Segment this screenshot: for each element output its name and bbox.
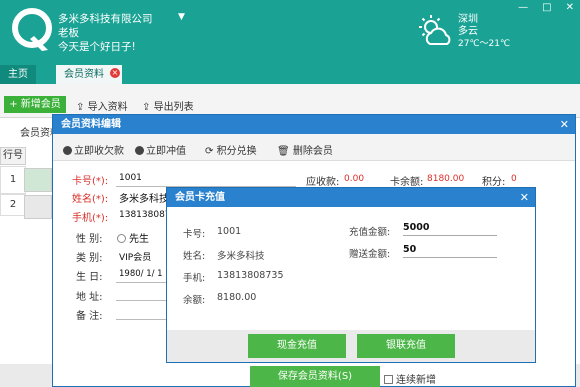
edit-dialog-title: 会员资料编辑	[61, 119, 121, 130]
collect-debt-label: 立即收欠款	[74, 146, 124, 157]
edit-dialog-close-icon[interactable]: ✕	[560, 115, 569, 134]
table-row-number[interactable]: 1	[0, 166, 26, 194]
table-row-number[interactable]: 2	[0, 194, 26, 216]
delete-member-button[interactable]: 🗑 删除会员	[277, 142, 333, 157]
cash-recharge-button[interactable]: 现金充值	[248, 334, 346, 358]
tab-home[interactable]: 主页	[0, 65, 36, 84]
phone-label: 手机(*):	[72, 213, 109, 224]
company-dropdown-icon[interactable]: ▼	[178, 12, 185, 22]
recharge-amount-label: 充值金额:	[349, 227, 391, 238]
type-label: 类 别:	[76, 253, 103, 264]
rc-name-value: 多米多科技	[217, 251, 265, 262]
greeting: 今天是个好日子!	[58, 41, 136, 53]
tab-close-icon[interactable]: ×	[110, 68, 120, 78]
birthday-label: 生 日:	[76, 272, 103, 283]
refresh-icon: ⟳	[205, 146, 214, 157]
export-label: 导出列表	[153, 102, 194, 113]
maximize-icon[interactable]: □	[542, 2, 551, 13]
continue-add-checkbox[interactable]: 连续新增	[384, 371, 436, 386]
name-field[interactable]: 多米多科技	[119, 190, 169, 205]
bonus-amount-label: 赠送金额:	[349, 249, 391, 260]
import-icon: ⇪	[76, 102, 85, 113]
app-logo-icon	[12, 8, 52, 51]
recharge-button[interactable]: 立即冲值	[135, 142, 186, 157]
receivable-label: 应收款:	[306, 177, 340, 188]
app-header: 多米多科技有限公司 老板 今天是个好日子! ▼ 深圳 多云 27℃～21℃ — …	[0, 0, 580, 63]
recharge-label: 立即冲值	[146, 146, 186, 157]
unionpay-recharge-button[interactable]: 银联充值	[357, 334, 455, 358]
continue-add-label: 连续新增	[396, 375, 436, 386]
cloudy-weather-icon	[419, 15, 451, 45]
gender-label: 性 别:	[76, 234, 103, 245]
radio-icon	[117, 234, 126, 243]
weather-condition: 多云	[458, 26, 478, 37]
toolbar: + 新增会员 ⇪ 导入资料 ⇪ 导出列表	[0, 84, 580, 118]
rc-card-value: 1001	[217, 226, 242, 237]
export-icon: ⇪	[142, 102, 151, 113]
import-button[interactable]: ⇪ 导入资料	[76, 98, 128, 113]
recharge-dialog: 会员卡充值 ✕ 卡号: 1001 姓名: 多米多科技 手机: 138138087…	[166, 187, 536, 363]
recharge-amount-input[interactable]: 5000	[403, 222, 497, 236]
card-number-label: 卡号(*):	[72, 176, 109, 187]
weather-city: 深圳	[458, 14, 478, 25]
recharge-dialog-footer	[167, 330, 535, 362]
rc-card-label: 卡号:	[183, 229, 206, 240]
card-number-field[interactable]: 1001	[119, 173, 142, 183]
user-role: 老板	[58, 27, 79, 39]
collect-debt-button[interactable]: 立即收欠款	[63, 142, 124, 157]
address-field[interactable]	[116, 300, 166, 301]
rc-name-label: 姓名:	[183, 251, 206, 262]
recharge-dialog-title: 会员卡充值	[175, 192, 225, 203]
points-label: 积分:	[482, 177, 506, 188]
recharge-dialog-close-icon[interactable]: ✕	[520, 188, 529, 207]
checkbox-icon	[384, 375, 393, 384]
gender-radio-mr[interactable]: 先生	[117, 230, 149, 245]
company-name: 多米多科技有限公司	[58, 13, 153, 25]
member-type-select[interactable]: VIP会员	[119, 250, 151, 263]
trash-icon: 🗑	[277, 146, 290, 157]
weather-info: 深圳 多云 27℃～21℃	[458, 14, 510, 50]
name-label: 姓名(*):	[72, 194, 109, 205]
delete-member-label: 删除会员	[292, 146, 333, 157]
address-label: 地 址:	[76, 292, 103, 303]
company-info: 多米多科技有限公司 老板 今天是个好日子!	[58, 12, 153, 54]
receivable-value: 0.00	[344, 174, 365, 184]
birthday-underline	[116, 282, 166, 283]
save-member-button[interactable]: 保存会员资料(S)	[250, 366, 380, 387]
edit-dialog-title-bar: 会员资料编辑 ✕	[53, 115, 575, 134]
avatar	[24, 168, 52, 192]
rc-phone-value: 13813808735	[217, 270, 284, 281]
gender-option: 先生	[129, 234, 149, 245]
points-value: 0	[511, 174, 517, 184]
tab-member-label: 会员资料	[64, 69, 104, 80]
avatar-placeholder-icon	[24, 195, 52, 219]
rc-phone-label: 手机:	[183, 273, 206, 284]
bonus-amount-input[interactable]: 50	[403, 244, 497, 258]
note-field[interactable]	[116, 319, 166, 320]
rc-balance-label: 余额:	[183, 295, 206, 306]
coin-icon	[135, 146, 144, 155]
weather-temp: 27℃～21℃	[458, 39, 511, 49]
card-balance-value: 8180.00	[427, 174, 465, 184]
row-number-header: 行号	[0, 147, 26, 165]
tab-bar: 主页 会员资料 ×	[0, 63, 580, 84]
note-label: 备 注:	[76, 311, 103, 322]
recharge-dialog-title-bar: 会员卡充值 ✕	[167, 188, 535, 207]
coin-icon	[63, 146, 72, 155]
minimize-icon[interactable]: —	[518, 2, 528, 13]
points-exchange-button[interactable]: ⟳ 积分兑换	[205, 142, 257, 157]
close-window-icon[interactable]: ✕	[566, 2, 574, 13]
edit-dialog-toolbar: 立即收欠款 立即冲值 ⟳ 积分兑换 🗑 删除会员	[53, 134, 575, 161]
add-member-button[interactable]: + 新增会员	[4, 96, 66, 113]
birthday-field[interactable]: 1980/ 1/ 1	[119, 269, 163, 279]
card-balance-label: 卡余额:	[390, 177, 424, 188]
import-label: 导入资料	[87, 102, 128, 113]
points-exchange-label: 积分兑换	[216, 146, 257, 157]
window-controls: — □ ✕	[518, 2, 574, 13]
export-button[interactable]: ⇪ 导出列表	[142, 98, 194, 113]
rc-balance-value: 8180.00	[217, 292, 257, 303]
